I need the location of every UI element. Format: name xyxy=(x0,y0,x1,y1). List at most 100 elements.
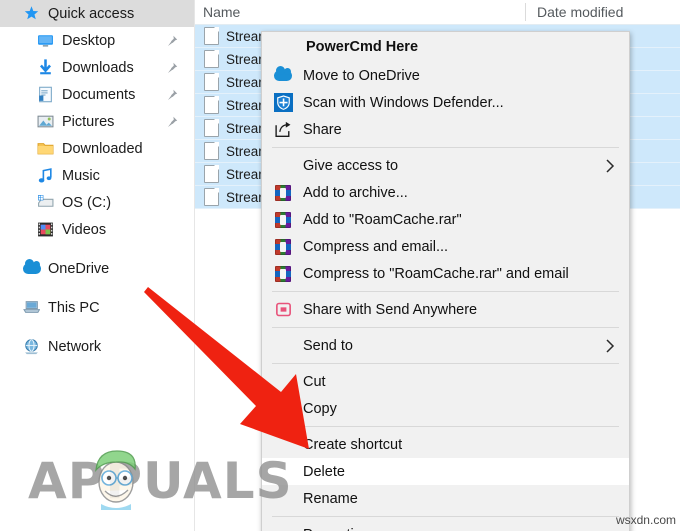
menu-item-copy[interactable]: Copy xyxy=(262,395,629,422)
this-pc-icon xyxy=(22,298,41,317)
menu-item-add-to-roamcache-rar[interactable]: Add to "RoamCache.rar" xyxy=(262,206,629,233)
desktop-icon xyxy=(36,31,55,50)
file-document-icon xyxy=(204,119,219,137)
file-document-icon xyxy=(204,165,219,183)
share-arrow-icon xyxy=(272,120,294,140)
menu-item-share-with-send-anywhere[interactable]: Share with Send Anywhere xyxy=(262,296,629,323)
appuals-watermark: APPUALS xyxy=(28,452,293,510)
menu-item-label: Compress and email... xyxy=(303,238,449,255)
folder-icon xyxy=(36,139,55,158)
pin-icon[interactable] xyxy=(166,35,178,47)
menu-item-send-to[interactable]: Send to xyxy=(262,332,629,359)
menu-item-label: Create shortcut xyxy=(303,436,403,453)
file-explorer-window: Quick access Desktop Downloads Documents Pic… xyxy=(0,0,680,531)
menu-item-cut[interactable]: Cut xyxy=(262,368,629,395)
menu-item-label: Compress to "RoamCache.rar" and email xyxy=(303,265,569,282)
column-header-name[interactable]: Name xyxy=(195,4,525,20)
sidebar-item-label: Music xyxy=(62,167,100,184)
menu-item-add-to-archive[interactable]: Add to archive... xyxy=(262,179,629,206)
column-header-row: Name Date modified xyxy=(195,0,680,25)
file-document-icon xyxy=(204,188,219,206)
menu-item-share[interactable]: Share xyxy=(262,116,629,143)
videos-filmstrip-icon xyxy=(36,220,55,239)
submenu-chevron-right-icon xyxy=(605,338,615,353)
pin-icon[interactable] xyxy=(166,116,178,128)
onedrive-cloud-shape xyxy=(22,259,41,274)
menu-item-label: Give access to xyxy=(303,157,399,174)
sidebar-item-network[interactable]: Network xyxy=(0,333,194,360)
menu-item-compress-to-roamcache-rar-and-email[interactable]: Compress to "RoamCache.rar" and email xyxy=(262,260,629,287)
file-document-icon xyxy=(204,50,219,68)
sidebar-item-onedrive[interactable]: OneDrive xyxy=(0,255,194,282)
hard-drive-icon xyxy=(36,193,55,212)
sidebar-item-label: Downloaded xyxy=(62,140,143,157)
file-document-icon xyxy=(204,73,219,91)
menu-item-label: Send to xyxy=(303,337,353,354)
winrar-books-shape xyxy=(275,184,291,201)
winrar-icon xyxy=(272,210,294,230)
pictures-icon xyxy=(36,112,55,131)
sidebar-item-desktop[interactable]: Desktop xyxy=(0,27,194,54)
sidebar-item-videos[interactable]: Videos xyxy=(0,216,194,243)
sidebar-item-pictures[interactable]: Pictures xyxy=(0,108,194,135)
menu-item-powercmd-here[interactable]: PowerCmd Here xyxy=(262,32,629,62)
menu-item-label: Copy xyxy=(303,400,337,417)
winrar-books-shape xyxy=(275,211,291,228)
winrar-icon xyxy=(272,264,294,284)
menu-item-label: Rename xyxy=(303,490,358,507)
sidebar-item-label: Pictures xyxy=(62,113,115,130)
menu-item-label: Share xyxy=(303,121,342,138)
menu-item-label: Properties xyxy=(303,527,369,531)
menu-item-create-shortcut[interactable]: Create shortcut xyxy=(262,431,629,458)
menu-item-delete[interactable]: Delete xyxy=(262,458,629,485)
menu-item-rename[interactable]: Rename xyxy=(262,485,629,512)
sidebar-item-label: Network xyxy=(48,338,102,355)
sidebar-item-label: This PC xyxy=(48,299,100,316)
pin-icon[interactable] xyxy=(166,89,178,101)
menu-item-label: Share with Send Anywhere xyxy=(303,301,478,318)
sidebar-item-label: Quick access xyxy=(48,5,135,22)
file-document-icon xyxy=(204,142,219,160)
menu-item-properties[interactable]: Properties xyxy=(262,521,629,531)
sidebar-item-quick-access[interactable]: Quick access xyxy=(0,0,194,27)
file-document-icon xyxy=(204,96,219,114)
menu-item-scan-with-windows-defender[interactable]: Scan with Windows Defender... xyxy=(262,89,629,116)
menu-separator xyxy=(272,516,619,517)
nav-group-gap xyxy=(0,321,194,333)
menu-separator xyxy=(272,147,619,148)
menu-item-label: Delete xyxy=(303,463,345,480)
submenu-chevron-right-icon xyxy=(605,158,615,173)
downloads-arrow-icon xyxy=(36,58,55,77)
menu-separator xyxy=(272,327,619,328)
sidebar-item-downloads[interactable]: Downloads xyxy=(0,54,194,81)
menu-item-move-to-onedrive[interactable]: Move to OneDrive xyxy=(262,62,629,89)
pin-icon[interactable] xyxy=(166,62,178,74)
wsxdn-watermark: wsxdn.com xyxy=(615,513,676,527)
documents-icon xyxy=(36,85,55,104)
sidebar-item-label: OS (C:) xyxy=(62,194,112,211)
menu-item-compress-and-email[interactable]: Compress and email... xyxy=(262,233,629,260)
column-divider[interactable] xyxy=(525,3,526,21)
sidebar-item-this-pc[interactable]: This PC xyxy=(0,294,194,321)
nav-group-gap xyxy=(0,282,194,294)
sidebar-item-downloaded[interactable]: Downloaded xyxy=(0,135,194,162)
file-document-icon xyxy=(204,27,219,45)
onedrive-cloud-icon xyxy=(272,66,294,86)
navigation-tree: Quick access Desktop Downloads Documents Pic… xyxy=(0,0,194,360)
sidebar-item-music[interactable]: Music xyxy=(0,162,194,189)
sidebar-item-label: Desktop xyxy=(62,32,116,49)
nav-group-gap xyxy=(0,243,194,255)
onedrive-cloud-shape xyxy=(274,66,292,81)
windows-defender-shield-icon xyxy=(272,93,294,113)
menu-item-label: Cut xyxy=(303,373,326,390)
sidebar-item-os-c[interactable]: OS (C:) xyxy=(0,189,194,216)
menu-item-label: Scan with Windows Defender... xyxy=(303,94,504,111)
menu-separator xyxy=(272,363,619,364)
sidebar-item-documents[interactable]: Documents xyxy=(0,81,194,108)
menu-item-give-access-to[interactable]: Give access to xyxy=(262,152,629,179)
menu-separator xyxy=(272,291,619,292)
column-header-date-modified[interactable]: Date modified xyxy=(525,4,623,20)
send-anywhere-icon xyxy=(272,300,294,320)
winrar-books-shape xyxy=(275,265,291,282)
network-globe-icon xyxy=(22,337,41,356)
